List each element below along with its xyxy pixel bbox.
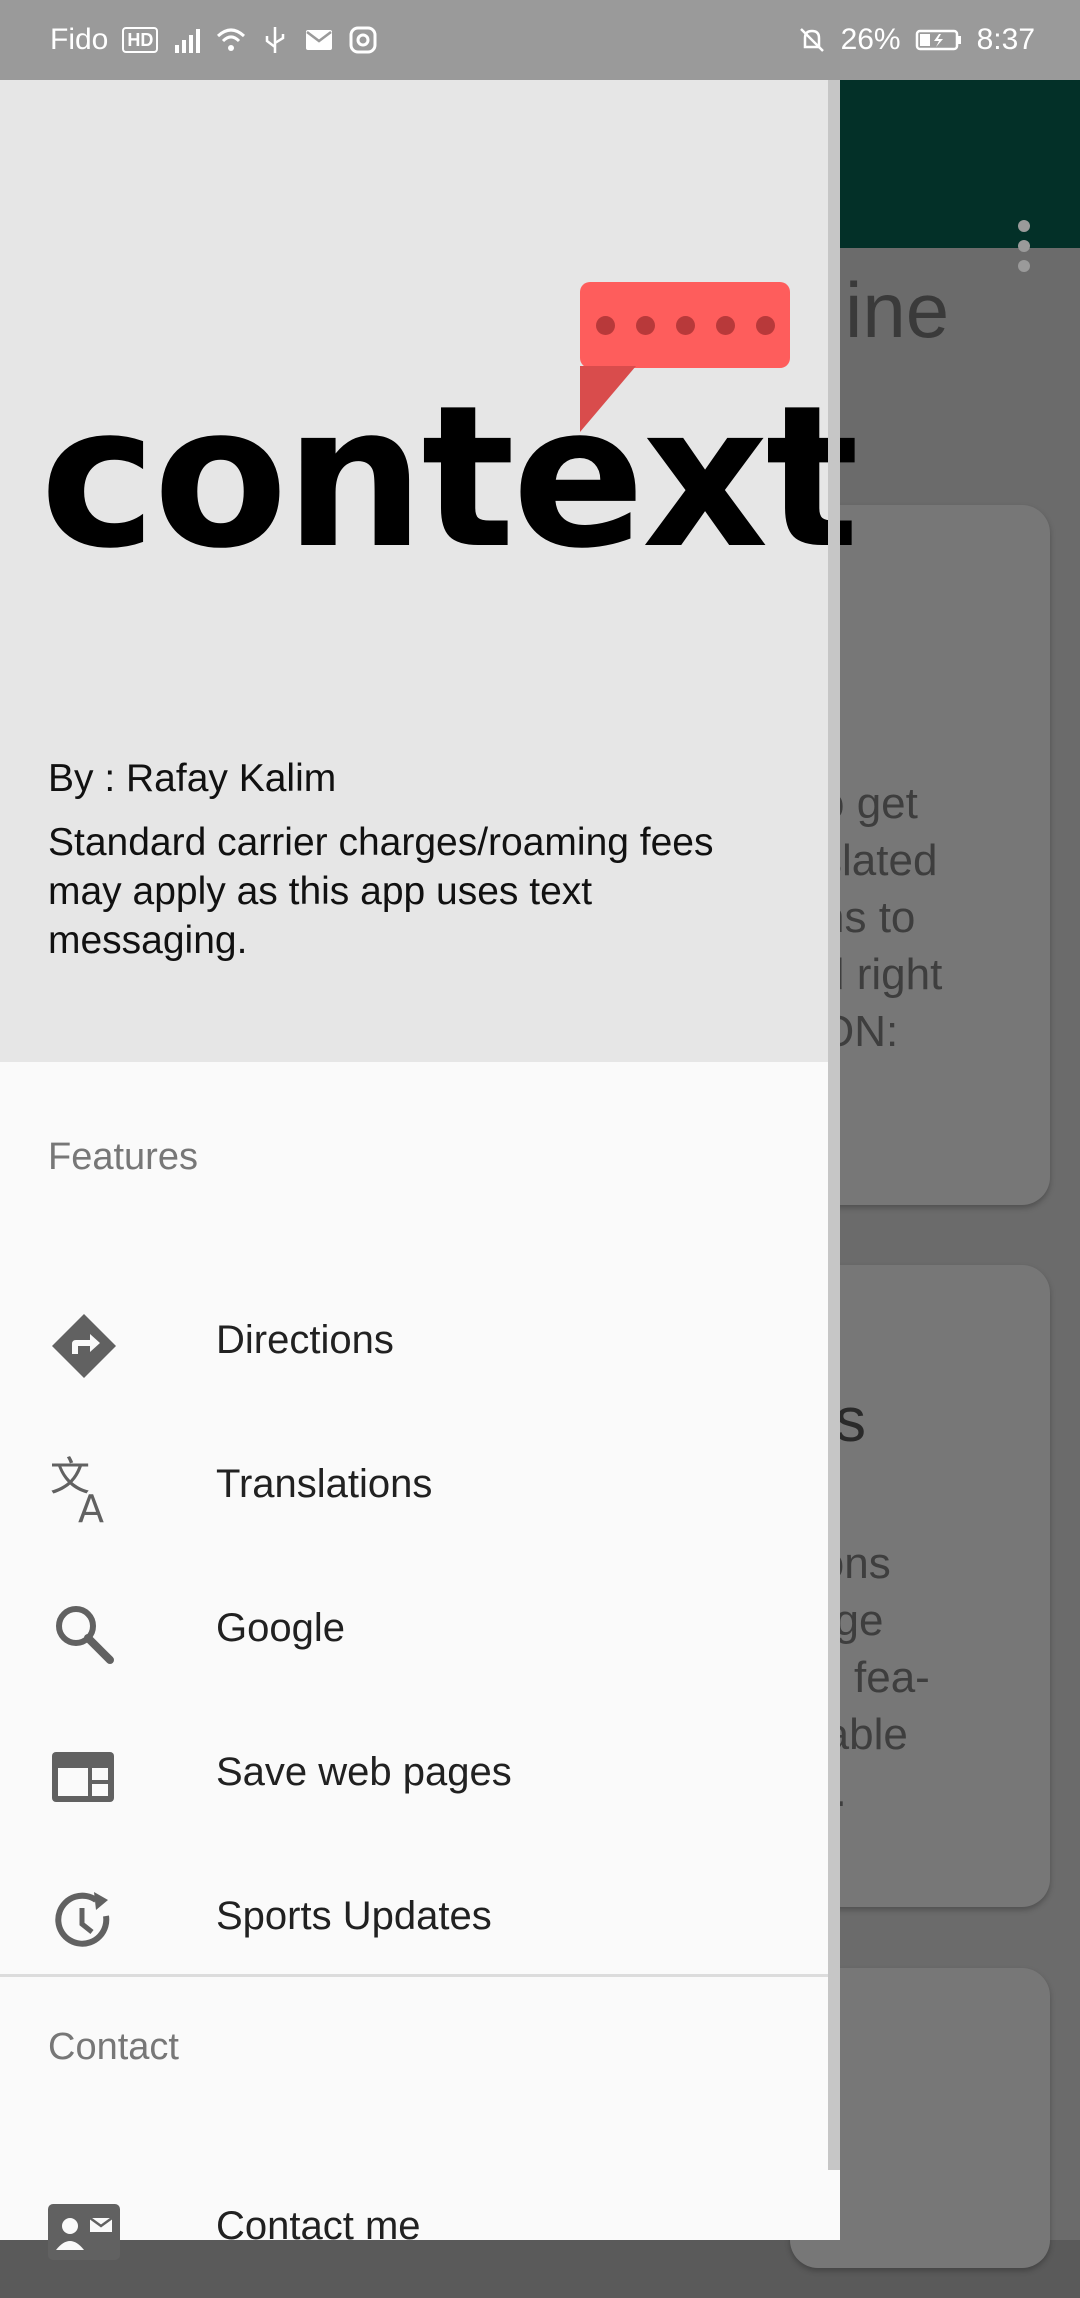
clock-time: 8:37 bbox=[976, 23, 1035, 56]
menu-item-directions[interactable]: Directions bbox=[0, 1268, 840, 1412]
notifications-off-icon bbox=[797, 25, 827, 55]
search-icon bbox=[48, 1598, 120, 1670]
signal-icon bbox=[172, 25, 202, 55]
wifi-icon bbox=[216, 25, 246, 55]
battery-charging-icon bbox=[915, 25, 963, 55]
menu-item-label: Directions bbox=[216, 1318, 394, 1362]
menu-item-label: Save web pages bbox=[216, 1750, 512, 1794]
more-options-icon[interactable] bbox=[1018, 220, 1032, 272]
status-bar: Fido HD 26% 8:37 bbox=[0, 0, 1080, 80]
menu-item-translations[interactable]: 文A Translations bbox=[0, 1412, 840, 1556]
mail-icon bbox=[304, 25, 334, 55]
menu-item-sports-updates[interactable]: Sports Updates bbox=[0, 1844, 840, 1988]
section-divider bbox=[0, 1974, 840, 1977]
features-section-label: Features bbox=[48, 1136, 198, 1178]
background-page-title: ine bbox=[845, 266, 950, 354]
update-clock-icon bbox=[48, 1886, 120, 1958]
logo-dots bbox=[596, 316, 775, 335]
translate-icon: 文A bbox=[48, 1454, 120, 1531]
menu-item-label: Sports Updates bbox=[216, 1894, 492, 1938]
logo-text: context bbox=[40, 364, 859, 592]
menu-item-label: Contact me bbox=[216, 2204, 421, 2248]
drawer-scrollbar[interactable] bbox=[828, 80, 840, 2170]
drawer-header: context By : Rafay Kalim Standard carrie… bbox=[0, 80, 859, 1062]
instagram-icon bbox=[348, 25, 378, 55]
directions-icon bbox=[48, 1310, 120, 1382]
charges-disclaimer: Standard carrier charges/roaming fees ma… bbox=[48, 821, 714, 962]
svg-text:A: A bbox=[78, 1487, 104, 1526]
navigation-drawer: context By : Rafay Kalim Standard carrie… bbox=[0, 80, 859, 2260]
hd-badge: HD bbox=[122, 27, 159, 53]
battery-percent: 26% bbox=[840, 23, 901, 56]
menu-item-label: Google bbox=[216, 1606, 345, 1650]
menu-item-label: Translations bbox=[216, 1462, 433, 1506]
menu-item-save-web-pages[interactable]: Save web pages bbox=[0, 1700, 840, 1844]
usb-icon bbox=[260, 25, 290, 55]
author-byline: By : Rafay Kalim bbox=[48, 757, 337, 800]
carrier-name: Fido bbox=[50, 23, 109, 56]
menu-item-google[interactable]: Google bbox=[0, 1556, 840, 1700]
web-page-icon bbox=[48, 1742, 120, 1814]
contact-card-icon bbox=[48, 2196, 120, 2268]
contact-section-label: Contact bbox=[48, 2026, 179, 2068]
menu-item-contact-me[interactable]: Contact me bbox=[0, 2154, 840, 2298]
